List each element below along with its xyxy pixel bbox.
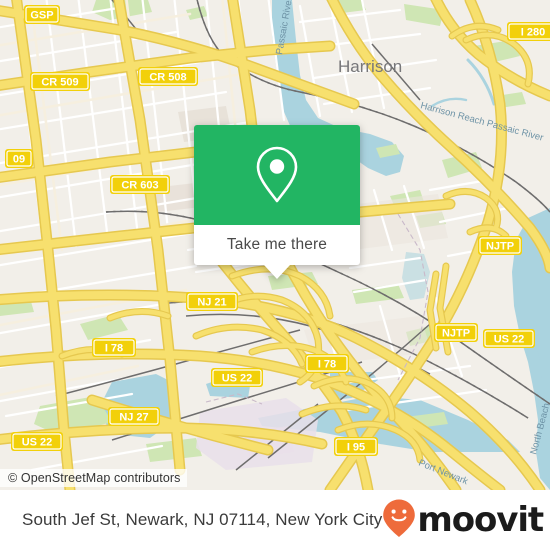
highway-shield: US 22 <box>11 432 63 451</box>
highway-shield: NJ 21 <box>186 292 238 311</box>
highway-shield: I 78 <box>305 354 349 373</box>
place-label: Harrison <box>338 57 402 76</box>
moovit-logo[interactable]: moovit <box>382 498 544 543</box>
highway-shield: US 22 <box>211 368 263 387</box>
highway-shield: I 78 <box>92 338 136 357</box>
highway-shield: NJTP <box>434 323 478 342</box>
location-pin-icon <box>253 145 301 205</box>
highway-shield-label: I 95 <box>347 442 365 454</box>
highway-shield-label: US 22 <box>22 437 53 449</box>
moovit-pin-icon <box>382 498 416 543</box>
highway-shield-label: NJ 21 <box>197 297 226 309</box>
footer-bar: South Jef St, Newark, NJ 07114, New York… <box>0 490 550 550</box>
highway-shield-label: US 22 <box>494 334 525 346</box>
highway-shield: CR 508 <box>138 67 198 86</box>
highway-shield-label: I 280 <box>521 27 545 39</box>
address-text: South Jef St, Newark, NJ 07114, New York… <box>22 510 383 529</box>
moovit-wordmark: moovit <box>417 500 544 540</box>
popup-body <box>194 125 360 225</box>
highway-shield-label: 09 <box>13 154 25 166</box>
map-marker-popup[interactable]: Take me there <box>194 125 360 279</box>
highway-shield: GSP <box>24 5 60 24</box>
highway-shield-label: CR 603 <box>121 180 158 192</box>
highway-shield: I 95 <box>334 437 378 456</box>
highway-shield: CR 509 <box>30 72 90 91</box>
highway-shield: NJ 27 <box>108 407 160 426</box>
highway-shield-label: GSP <box>30 10 53 22</box>
highway-shield: 09 <box>5 149 33 168</box>
highway-shield: NJTP <box>478 236 522 255</box>
highway-shield-label: CR 509 <box>41 77 78 89</box>
moovit-map-screen: .w { fill:#aad3df; } .wl { stroke:#aad3d… <box>0 0 550 550</box>
highway-shield-label: NJTP <box>486 241 514 253</box>
take-me-there-label: Take me there <box>226 236 328 253</box>
highway-shield-label: NJTP <box>442 328 470 340</box>
highway-shield-label: I 78 <box>105 343 123 355</box>
highway-shield-label: NJ 27 <box>119 412 148 424</box>
popup-tail-arrow <box>264 265 290 279</box>
highway-shield: I 280 <box>507 22 550 41</box>
highway-shield: CR 603 <box>110 175 170 194</box>
highway-shield: US 22 <box>483 329 535 348</box>
take-me-there-button[interactable]: Take me there <box>194 225 360 265</box>
highway-shield-label: I 78 <box>318 359 336 371</box>
highway-shield-label: CR 508 <box>149 72 186 84</box>
map-place-labels: Harrison <box>338 57 402 76</box>
highway-shield-label: US 22 <box>222 373 253 385</box>
